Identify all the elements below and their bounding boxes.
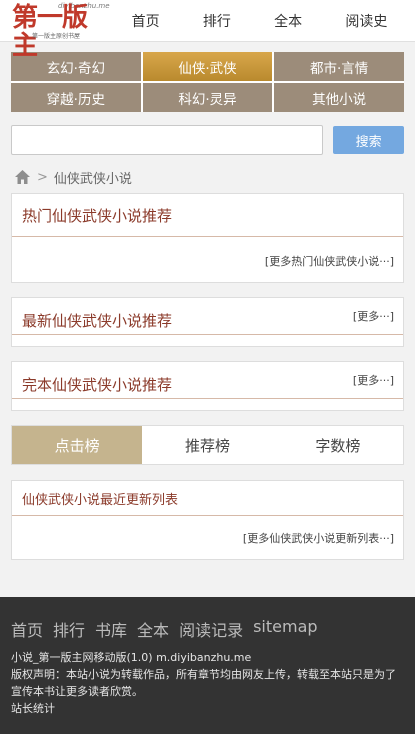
- complete-section: 完本仙侠武侠小说推荐 [更多···]: [11, 361, 404, 411]
- footer-info: 小说_第一版主网移动版(1.0) m.diyibanzhu.me 版权声明：本站…: [11, 649, 404, 717]
- logo-tagline: 第一版主原创书屋: [32, 32, 81, 40]
- footer-stats-link[interactable]: 站长统计: [11, 700, 404, 717]
- tab-clicks[interactable]: 点击榜: [12, 426, 143, 464]
- footer-copyright: 版权声明：本站小说为转载作品，所有章节均由网友上传，转载至本站只是为了宣传本书让…: [11, 668, 396, 698]
- category-grid: 玄幻·奇幻 仙侠·武侠 都市·言情 穿越·历史 科幻·灵异 其他小说: [11, 52, 404, 112]
- footer-link-home[interactable]: 首页: [11, 617, 43, 641]
- site-logo[interactable]: diyibanzhu.me 第一版主 第一版主原创书屋: [0, 0, 110, 60]
- category-dushi[interactable]: 都市·言情: [274, 52, 404, 81]
- breadcrumb: > 仙侠武侠小说: [14, 167, 403, 187]
- recent-more-link[interactable]: [更多仙侠武侠小说更新列表···]: [12, 530, 403, 546]
- recent-section: 仙侠武侠小说最近更新列表 [更多仙侠武侠小说更新列表···]: [11, 480, 404, 560]
- category-kehuan[interactable]: 科幻·灵异: [142, 83, 273, 112]
- footer-link-sitemap[interactable]: sitemap: [253, 617, 317, 641]
- hot-section-title: 热门仙侠武侠小说推荐: [12, 194, 403, 237]
- ranking-tabs: 点击榜 推荐榜 字数榜: [11, 425, 404, 465]
- footer-link-complete[interactable]: 全本: [137, 617, 169, 641]
- nav-complete[interactable]: 全本: [274, 11, 302, 31]
- footer-links: 首页 排行 书库 全本 阅读记录 sitemap: [11, 617, 404, 641]
- hot-more-link[interactable]: [更多热门仙侠武侠小说···]: [12, 253, 403, 269]
- top-bar: diyibanzhu.me 第一版主 第一版主原创书屋 首页 排行 全本 阅读史: [0, 0, 415, 60]
- category-xianxia[interactable]: 仙侠·武侠: [142, 52, 273, 81]
- nav-home[interactable]: 首页: [132, 11, 160, 31]
- search-input[interactable]: [11, 125, 324, 155]
- complete-more-link[interactable]: [更多···]: [353, 372, 394, 388]
- home-icon[interactable]: [14, 169, 31, 185]
- footer-version: 小说_第一版主网移动版(1.0) m.diyibanzhu.me: [11, 651, 252, 664]
- new-section: 最新仙侠武侠小说推荐 [更多···]: [11, 297, 404, 347]
- nav-ranking[interactable]: 排行: [203, 11, 231, 31]
- tab-wordcount[interactable]: 字数榜: [273, 426, 403, 464]
- top-nav: 首页 排行 全本 阅读史: [110, 11, 415, 31]
- breadcrumb-separator: >: [37, 169, 48, 185]
- category-chuanyue[interactable]: 穿越·历史: [11, 83, 141, 112]
- recent-section-title: 仙侠武侠小说最近更新列表: [12, 481, 403, 516]
- hot-section: 热门仙侠武侠小说推荐 [更多热门仙侠武侠小说···]: [11, 193, 404, 283]
- category-other[interactable]: 其他小说: [274, 83, 404, 112]
- footer-link-library[interactable]: 书库: [95, 617, 127, 641]
- new-section-heading: 最新仙侠武侠小说推荐: [22, 311, 173, 330]
- search-bar: 搜索: [11, 125, 404, 155]
- footer: 首页 排行 书库 全本 阅读记录 sitemap 小说_第一版主网移动版(1.0…: [0, 597, 415, 734]
- new-section-title: 最新仙侠武侠小说推荐 [更多···]: [12, 298, 403, 335]
- footer-link-history[interactable]: 阅读记录: [179, 617, 243, 641]
- footer-link-ranking[interactable]: 排行: [53, 617, 85, 641]
- complete-section-title: 完本仙侠武侠小说推荐 [更多···]: [12, 362, 403, 399]
- tab-recommend[interactable]: 推荐榜: [142, 426, 272, 464]
- breadcrumb-current: 仙侠武侠小说: [53, 171, 132, 187]
- nav-history[interactable]: 阅读史: [345, 11, 387, 31]
- new-more-link[interactable]: [更多···]: [353, 308, 394, 324]
- complete-section-heading: 完本仙侠武侠小说推荐: [22, 375, 173, 394]
- search-button[interactable]: 搜索: [333, 126, 404, 154]
